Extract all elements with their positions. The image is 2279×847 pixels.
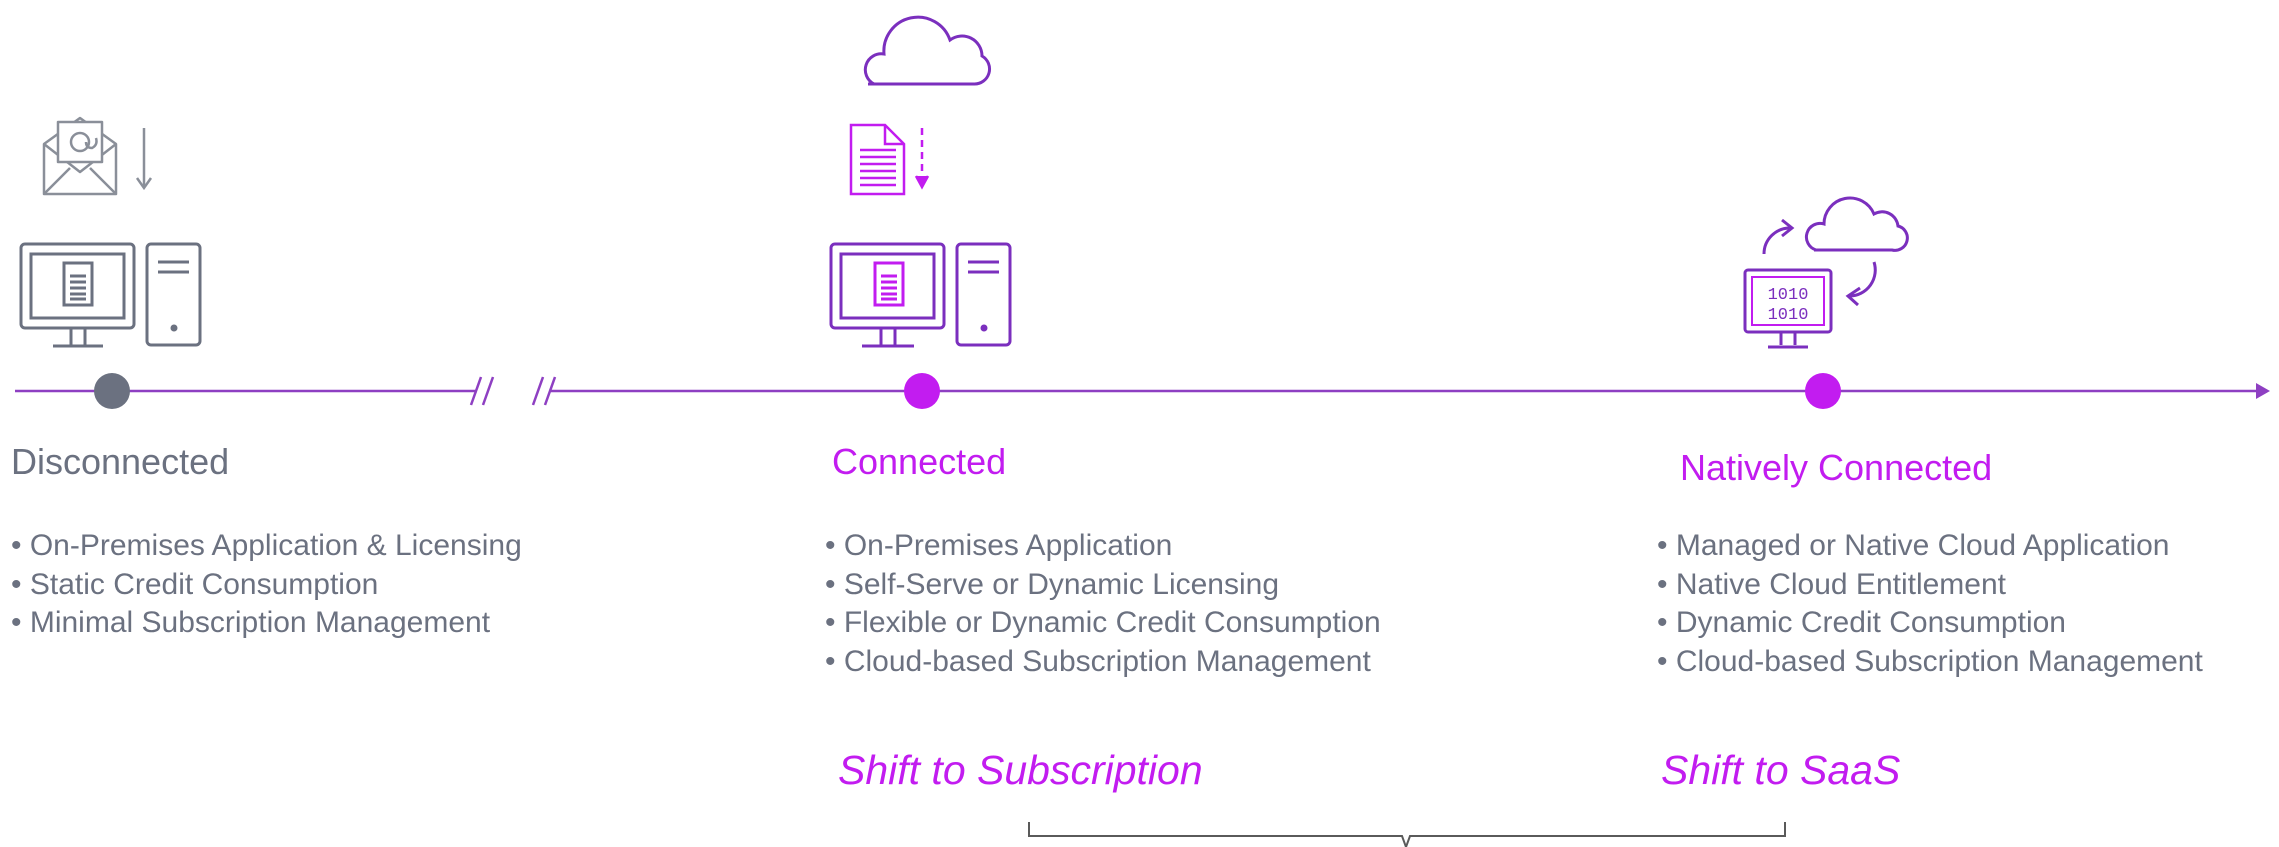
stage-bullets-connected: • On-Premises Application • Self-Serve o… <box>825 527 1381 681</box>
shift-to-subscription-label: Shift to Subscription <box>838 747 1203 793</box>
timeline-node-natively-connected <box>1805 373 1841 409</box>
tower-icon <box>955 242 1012 347</box>
svg-text:1010: 1010 <box>1768 306 1809 325</box>
stage-title-connected: Connected <box>832 441 1007 482</box>
cloud-icon <box>863 15 992 86</box>
stage-bullets-natively-connected: • Managed or Native Cloud Application • … <box>1657 527 2203 681</box>
download-arrow-icon <box>135 128 153 191</box>
cloud-icon <box>1804 196 1909 252</box>
bullet-item: • Dynamic Credit Consumption <box>1657 606 2066 639</box>
bullet-item: • Minimal Subscription Management <box>11 606 491 639</box>
desktop-computer-icon <box>829 242 946 348</box>
document-icon <box>849 123 906 196</box>
bullet-item: • Static Credit Consumption <box>11 567 379 601</box>
bullet-item: • On-Premises Application & Licensing <box>11 529 522 562</box>
stage-title-disconnected: Disconnected <box>11 441 230 482</box>
stage-title-natively-connected: Natively Connected <box>1680 447 1993 488</box>
timeline-break-marks <box>469 376 557 406</box>
stage-bullets-disconnected: • On-Premises Application & Licensing • … <box>11 527 522 643</box>
binary-monitor-icon: 1010 1010 <box>1743 268 1833 349</box>
timeline-node-connected <box>904 373 940 409</box>
bottom-bracket <box>1028 822 1786 847</box>
bullet-item: • Flexible or Dynamic Credit Consumption <box>825 606 1381 639</box>
timeline-arrowhead <box>2256 383 2270 399</box>
bullet-item: • Native Cloud Entitlement <box>1657 567 2007 601</box>
bullet-item: • Cloud-based Subscription Management <box>825 644 1371 678</box>
bullet-item: • On-Premises Application <box>825 529 1173 562</box>
timeline-diagram: 1010 1010 <box>15 15 2270 847</box>
timeline-node-disconnected <box>94 373 130 409</box>
email-envelope-icon <box>42 116 118 196</box>
dashed-download-arrow-icon <box>914 128 930 190</box>
bullet-item: • Cloud-based Subscription Management <box>1657 644 2203 678</box>
bullet-item: • Self-Serve or Dynamic Licensing <box>825 567 1280 601</box>
desktop-computer-icon <box>19 242 136 348</box>
shift-to-saas-label: Shift to SaaS <box>1661 747 1901 793</box>
bullet-item: • Managed or Native Cloud Application <box>1657 529 2170 562</box>
svg-text:1010: 1010 <box>1768 286 1809 305</box>
tower-icon <box>145 242 202 347</box>
